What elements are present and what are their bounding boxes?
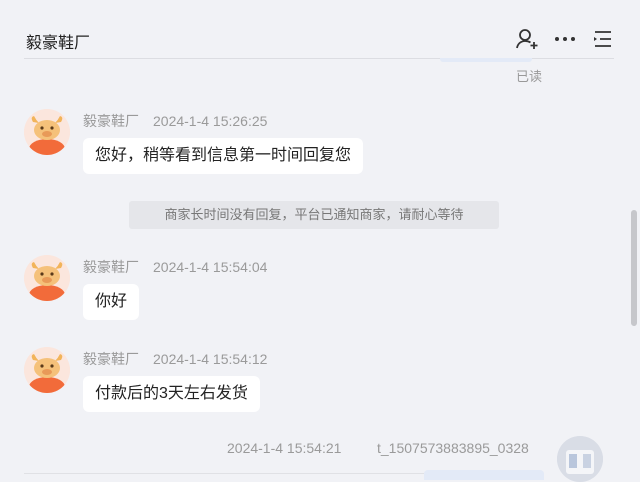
message-meta: 毅豪鞋厂 2024-1-4 15:54:12 xyxy=(83,349,267,369)
seller-avatar[interactable] xyxy=(24,109,70,155)
sender-name: 毅豪鞋厂 xyxy=(83,259,139,275)
previous-message-bubble xyxy=(440,58,532,62)
message-meta: 毅豪鞋厂 2024-1-4 15:26:25 xyxy=(83,111,267,131)
message-bubble: 您好，稍等看到信息第一时间回复您 xyxy=(83,138,364,174)
message-time: 2024-1-4 15:54:12 xyxy=(153,351,268,367)
sender-name: 毅豪鞋厂 xyxy=(83,113,139,129)
read-status: 已读 xyxy=(516,69,543,84)
message-time: 2024-1-4 15:26:25 xyxy=(153,113,268,129)
add-user-icon[interactable] xyxy=(515,27,539,51)
message-time: 2024-1-4 15:54:04 xyxy=(153,259,268,275)
chat-header: 毅豪鞋厂 xyxy=(0,0,640,59)
scrollbar-thumb[interactable] xyxy=(631,210,637,326)
system-notice: 商家长时间没有回复，平台已通知商家，请耐心等待 xyxy=(129,201,499,229)
message-bubble: 你好 xyxy=(83,284,140,320)
my-message-time: 2024-1-4 15:54:21 xyxy=(227,440,342,456)
seller-avatar[interactable] xyxy=(24,255,70,301)
sender-name: 毅豪鞋厂 xyxy=(83,351,139,367)
seller-avatar[interactable] xyxy=(24,347,70,393)
menu-icon[interactable] xyxy=(591,27,615,51)
my-message-bubble xyxy=(424,470,544,480)
more-icon[interactable] xyxy=(553,27,577,51)
message-bubble: 付款后的3天左右发货 xyxy=(83,376,260,412)
chat-title: 毅豪鞋厂 xyxy=(26,35,91,52)
message-meta: 毅豪鞋厂 2024-1-4 15:54:04 xyxy=(83,257,267,277)
my-username: t_1507573883895_0328 xyxy=(377,440,529,456)
input-divider xyxy=(24,473,424,474)
user-avatar[interactable] xyxy=(557,436,603,482)
